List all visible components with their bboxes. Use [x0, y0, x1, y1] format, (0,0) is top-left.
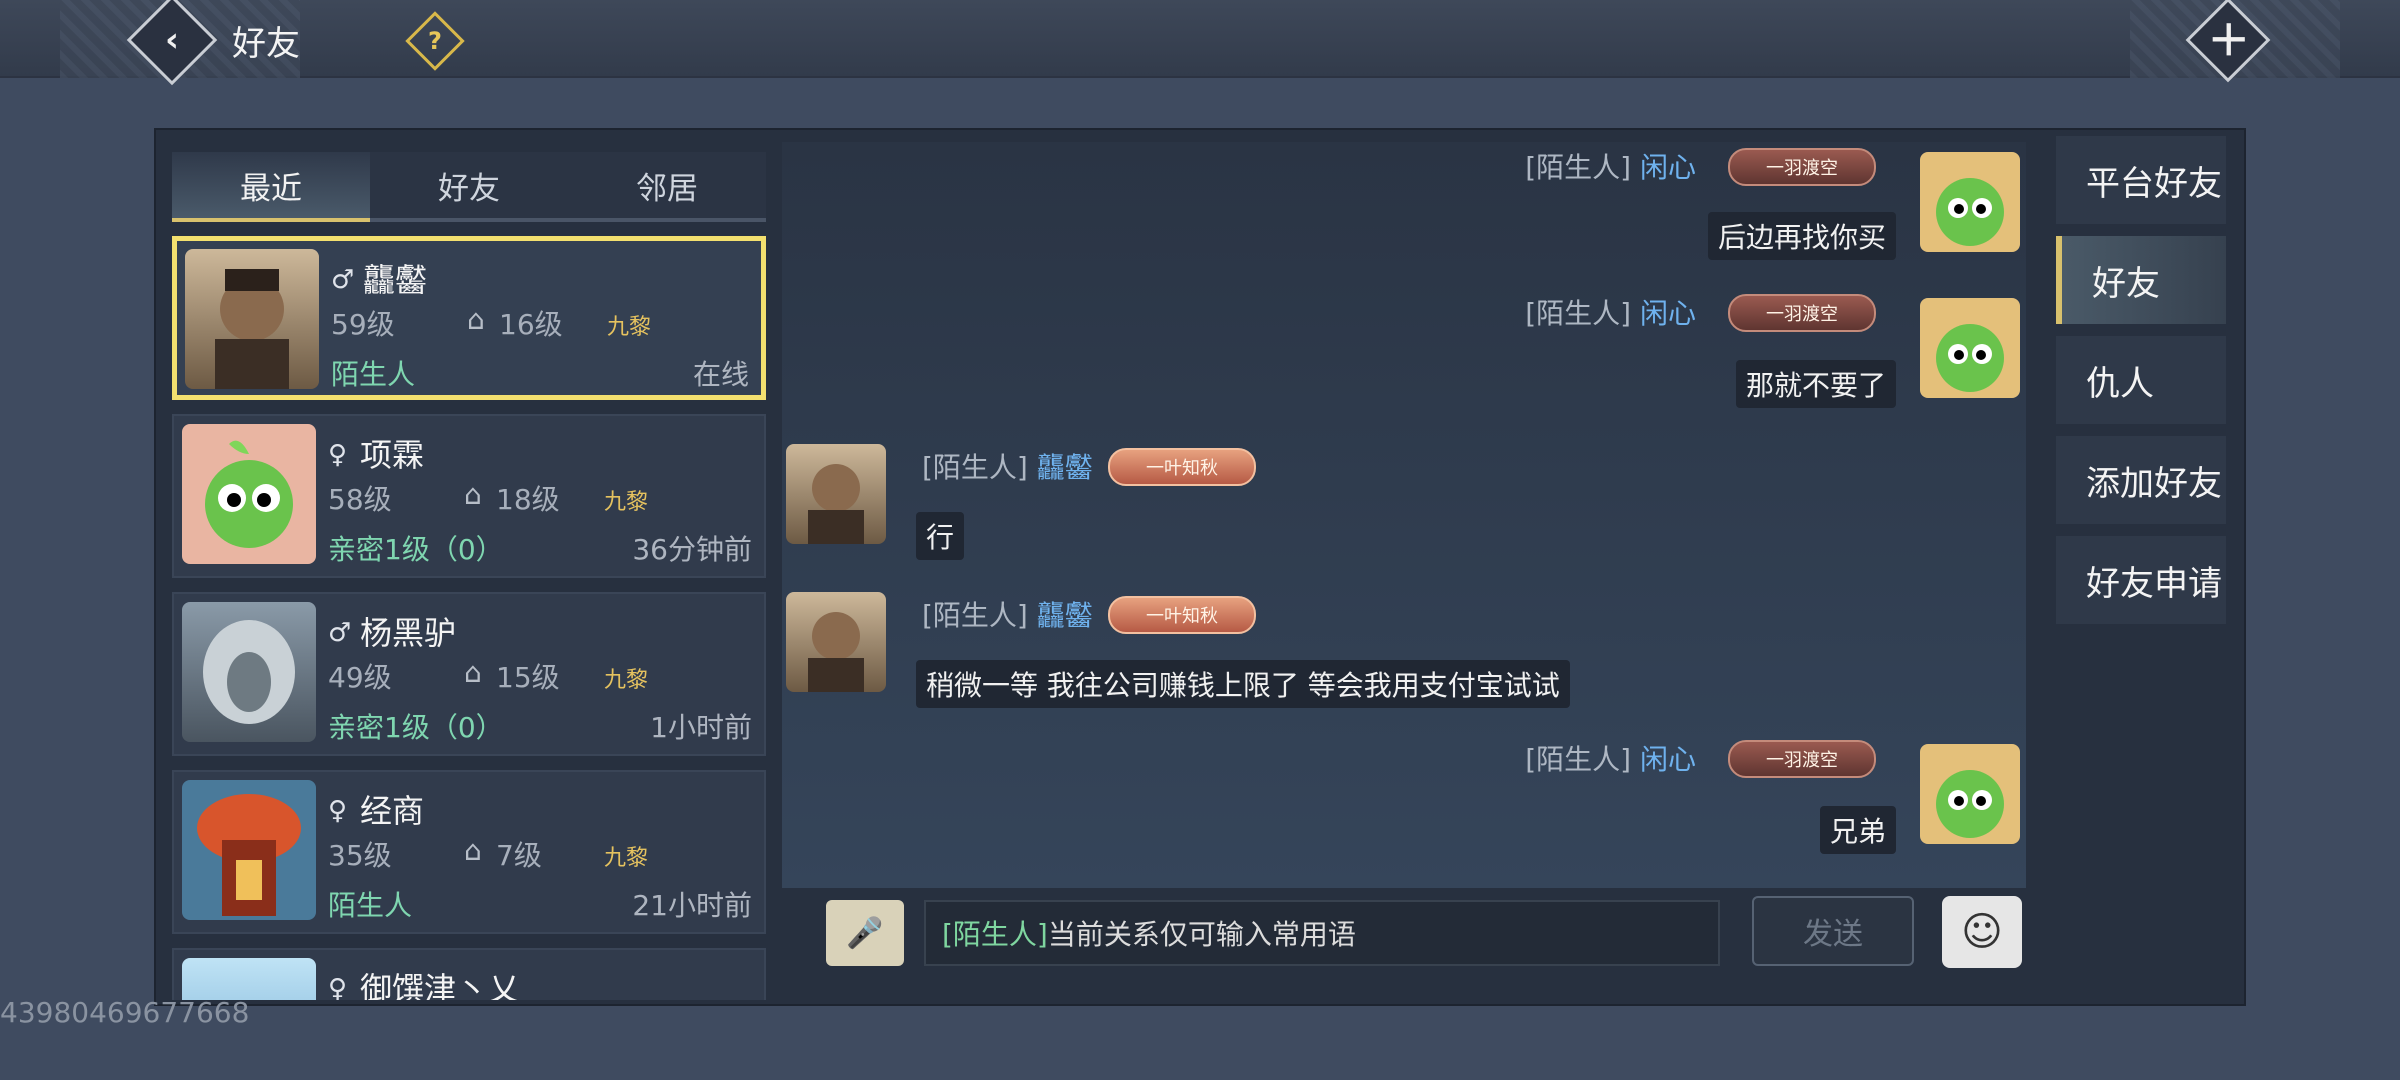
side-tab-platform-friends[interactable]: 平台好友 — [2056, 136, 2226, 224]
house-icon: ⌂ — [464, 478, 482, 511]
friend-item[interactable]: ♂ 杨黑驴 49级 ⌂ 15级 九黎 亲密1级（0） 1小时前 — [172, 592, 766, 756]
tab-neighbors[interactable]: 邻居 — [568, 152, 766, 222]
message-bubble: 行 — [916, 512, 965, 560]
guild-label: 九黎 — [607, 315, 652, 340]
avatar — [182, 424, 316, 564]
sub-level-text: 7级 — [496, 839, 542, 872]
guild-label: 九黎 — [604, 668, 649, 693]
message-sender: [陌生人] 龘齾 — [922, 599, 1093, 632]
input-placeholder: 当前关系仅可输入常用语 — [1047, 918, 1356, 951]
message-sender: [陌生人] 闲心 — [1525, 743, 1696, 776]
level-text: 49级 — [328, 661, 392, 694]
message-bubble: 那就不要了 — [1735, 360, 1896, 408]
status-text: 1小时前 — [650, 711, 752, 744]
input-tag: [陌生人] — [942, 918, 1048, 951]
message-bubble: 后边再找你买 — [1707, 212, 1896, 260]
friend-name: 项霖 — [360, 436, 425, 474]
female-icon: ♀ — [328, 440, 348, 470]
page-title: 好友 — [232, 24, 300, 64]
guild-label: 九黎 — [604, 846, 649, 871]
side-tab-friend-requests[interactable]: 好友申请 — [2056, 536, 2226, 624]
list-tabs: 最近 好友 邻居 — [172, 152, 766, 222]
level-text: 35级 — [328, 839, 392, 872]
avatar[interactable] — [1920, 298, 2020, 398]
avatar — [182, 602, 316, 742]
user-id-watermark: 43980469677668 — [0, 996, 250, 1029]
friend-item[interactable]: ♂ 龘齾 59级 ⌂ 16级 九黎 陌生人 在线 — [172, 236, 766, 400]
emoji-button[interactable]: ☺ — [1942, 896, 2022, 968]
house-icon: ⌂ — [464, 834, 482, 867]
friend-item[interactable]: ♀ 项霖 58级 ⌂ 18级 九黎 亲密1级（0） 36分钟前 — [172, 414, 766, 578]
chevron-left-icon: ‹ — [164, 19, 180, 60]
message-sender: [陌生人] 闲心 — [1525, 297, 1696, 330]
friend-name: 御馔津丶乂 — [360, 970, 521, 1000]
guild-label: 九黎 — [604, 490, 649, 515]
level-text: 58级 — [328, 483, 392, 516]
tab-friends[interactable]: 好友 — [370, 152, 568, 222]
avatar — [185, 249, 319, 389]
avatar[interactable] — [786, 592, 886, 692]
status-text: 36分钟前 — [632, 533, 752, 566]
title-badge: 一叶知秋 — [1108, 596, 1256, 634]
friend-item[interactable]: ♀ 经商 35级 ⌂ 7级 九黎 陌生人 21小时前 — [172, 770, 766, 934]
message-bubble: 兄弟 — [1819, 806, 1896, 854]
female-icon: ♀ — [328, 796, 348, 826]
avatar — [182, 958, 316, 1000]
sub-level-text: 16级 — [499, 308, 563, 341]
friend-name: 经商 — [360, 792, 425, 830]
title-badge: 一羽渡空 — [1728, 740, 1876, 778]
question-icon: ? — [428, 26, 442, 55]
side-tab-friends[interactable]: 好友 — [2056, 236, 2226, 324]
house-icon: ⌂ — [467, 303, 485, 336]
message-sender: [陌生人] 闲心 — [1525, 151, 1696, 184]
send-button[interactable]: 发送 — [1752, 896, 1914, 966]
relation-text: 亲密1级（0） — [328, 711, 504, 744]
sub-level-text: 15级 — [496, 661, 560, 694]
avatar[interactable] — [1920, 744, 2020, 844]
female-icon: ♀ — [328, 974, 348, 1000]
microphone-icon: 🎤 — [846, 915, 884, 951]
side-tab-enemies[interactable]: 仇人 — [2056, 336, 2226, 424]
title-badge: 一叶知秋 — [1108, 448, 1256, 486]
level-text: 59级 — [331, 308, 395, 341]
relation-text: 陌生人 — [328, 889, 413, 922]
message-sender: [陌生人] 龘齾 — [922, 451, 1093, 484]
sub-level-text: 18级 — [496, 483, 560, 516]
friend-name: 杨黑驴 — [360, 614, 457, 652]
friend-item-partial-wrap: ♀ 御馔津丶乂 — [172, 948, 766, 1000]
avatar — [182, 780, 316, 920]
relation-text: 亲密1级（0） — [328, 533, 504, 566]
top-bar — [0, 0, 2400, 78]
relation-text: 陌生人 — [331, 358, 416, 391]
message-bubble: 稍微一等 我往公司赚钱上限了 等会我用支付宝试试 — [916, 660, 1570, 708]
chat-input[interactable]: [陌生人] 当前关系仅可输入常用语 — [924, 900, 1720, 966]
male-icon: ♂ — [328, 618, 352, 648]
tab-recent[interactable]: 最近 — [172, 152, 370, 222]
avatar[interactable] — [1920, 152, 2020, 252]
title-badge: 一羽渡空 — [1728, 148, 1876, 186]
friend-name: 龘齾 — [363, 261, 428, 299]
title-badge: 一羽渡空 — [1728, 294, 1876, 332]
smiley-icon: ☺ — [1961, 909, 2003, 955]
house-icon: ⌂ — [464, 656, 482, 689]
friend-item[interactable]: ♀ 御馔津丶乂 — [172, 948, 766, 1000]
voice-button[interactable]: 🎤 — [826, 900, 904, 966]
status-text: 在线 — [692, 358, 749, 391]
status-text: 21小时前 — [632, 889, 752, 922]
chat-area[interactable]: [陌生人] 闲心 一羽渡空 后边再找你买 [陌生人] 闲心 一羽渡空 那就不要了… — [782, 142, 2026, 888]
avatar[interactable] — [786, 444, 886, 544]
male-icon: ♂ — [331, 265, 355, 295]
side-tab-add-friend[interactable]: 添加好友 — [2056, 436, 2226, 524]
